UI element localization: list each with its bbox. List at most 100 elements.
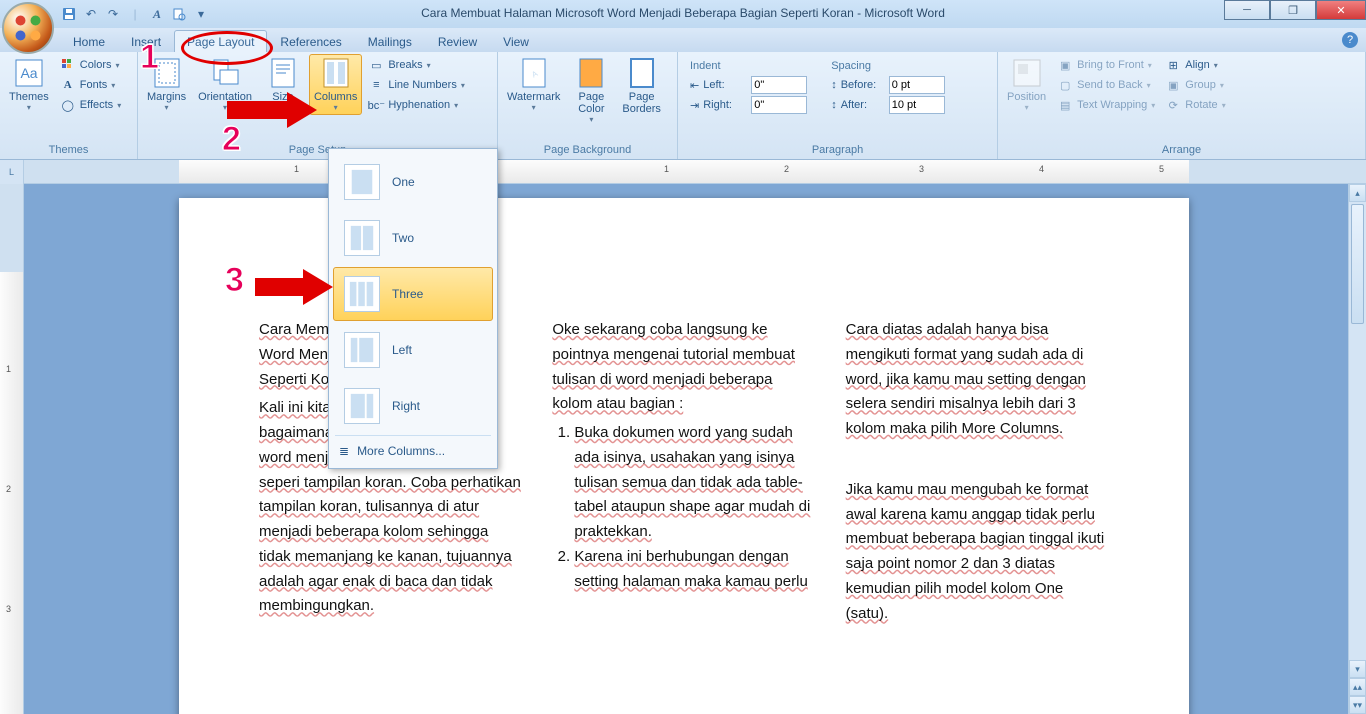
breaks-icon: ▭ — [368, 57, 384, 73]
send-back-icon: ▢ — [1057, 77, 1073, 93]
hyphenation-icon: bc⁻ — [368, 97, 384, 113]
align-icon: ⊞ — [1165, 57, 1181, 73]
columns-option-right[interactable]: Right — [333, 379, 493, 433]
maximize-button[interactable]: ❐ — [1270, 0, 1316, 20]
page-color-button[interactable]: Page Color▾ — [567, 54, 615, 127]
columns-option-two[interactable]: Two — [333, 211, 493, 265]
theme-colors-button[interactable]: Colors ▾ — [58, 56, 123, 74]
title-bar: ↶ ↷ | A ▾ Cara Membuat Halaman Microsoft… — [0, 0, 1366, 28]
scroll-thumb[interactable] — [1351, 204, 1364, 324]
tab-home[interactable]: Home — [60, 30, 118, 52]
theme-fonts-button[interactable]: AFonts ▾ — [58, 76, 123, 94]
help-icon[interactable]: ? — [1342, 32, 1358, 48]
line-numbers-button[interactable]: ≡Line Numbers ▾ — [366, 76, 467, 94]
group-paragraph: Indent ⇤Left: ⇥Right: Spacing ↕Before: ↕… — [678, 52, 998, 159]
indent-left-icon: ⇤ — [690, 79, 699, 92]
print-preview-icon[interactable] — [170, 5, 188, 23]
doc-col2-intro: Oke sekarang coba langsung ke pointnya m… — [552, 318, 815, 417]
columns-icon — [320, 57, 352, 89]
prev-page-button[interactable]: ▴▴ — [1349, 678, 1366, 696]
ribbon-tabs: Home Insert Page Layout References Maili… — [0, 28, 1366, 52]
rotate-button[interactable]: ⟳Rotate ▾ — [1163, 96, 1227, 114]
margins-button[interactable]: Margins▾ — [142, 54, 191, 115]
spacing-before-icon: ↕ — [831, 79, 837, 91]
spacing-heading: Spacing — [831, 60, 945, 72]
columns-dropdown: One Two Three Left Right ≣ More Columns.… — [328, 148, 498, 469]
doc-column-2: Oke sekarang coba langsung ke pointnya m… — [552, 318, 815, 630]
group-page-setup: Margins▾ Orientation▾ Size▾ Columns▾ ▭Br… — [138, 52, 498, 159]
hyphenation-button[interactable]: bc⁻Hyphenation ▾ — [366, 96, 467, 114]
fonts-icon: A — [60, 77, 76, 93]
doc-col2-li1: Buka dokumen word yang sudah ada isinya,… — [574, 421, 815, 545]
columns-option-more[interactable]: ≣ More Columns... — [331, 438, 495, 464]
columns-option-one[interactable]: One — [333, 155, 493, 209]
tab-insert[interactable]: Insert — [118, 30, 174, 52]
close-button[interactable]: ✕ — [1316, 0, 1366, 20]
indent-right-icon: ⇥ — [690, 99, 699, 112]
send-to-back-button[interactable]: ▢Send to Back ▾ — [1055, 76, 1157, 94]
columns-button[interactable]: Columns▾ — [309, 54, 362, 115]
text-wrapping-button[interactable]: ▤Text Wrapping ▾ — [1055, 96, 1157, 114]
group-objects-button[interactable]: ▣Group ▾ — [1163, 76, 1227, 94]
position-button[interactable]: Position▾ — [1002, 54, 1051, 115]
colors-icon — [60, 57, 76, 73]
next-page-button[interactable]: ▾▾ — [1349, 696, 1366, 714]
indent-left-input[interactable] — [751, 76, 807, 94]
more-columns-icon: ≣ — [339, 444, 349, 458]
indent-right-input[interactable] — [751, 96, 807, 114]
columns-option-left[interactable]: Left — [333, 323, 493, 377]
tab-review[interactable]: Review — [425, 30, 490, 52]
vertical-scrollbar[interactable]: ▴ ▾ ▴▴ ▾▾ — [1348, 184, 1366, 714]
spacing-before-input[interactable] — [889, 76, 945, 94]
group-themes: Aa Themes ▾ Colors ▾ AFonts ▾ ◯Effects ▾… — [0, 52, 138, 159]
size-button[interactable]: Size▾ — [259, 54, 307, 115]
save-icon[interactable] — [60, 5, 78, 23]
watermark-button[interactable]: AWatermark▾ — [502, 54, 565, 115]
dropdown-separator — [335, 435, 491, 436]
right-column-icon — [344, 388, 380, 424]
bring-to-front-button[interactable]: ▣Bring to Front ▾ — [1055, 56, 1157, 74]
horizontal-ruler[interactable]: 1 2 1 2 3 4 5 — [24, 160, 1366, 183]
tab-mailings[interactable]: Mailings — [355, 30, 425, 52]
scroll-up-button[interactable]: ▴ — [1349, 184, 1366, 202]
themes-icon: Aa — [13, 57, 45, 89]
undo-icon[interactable]: ↶ — [82, 5, 100, 23]
horizontal-ruler-wrap: L 1 2 1 2 3 4 5 — [0, 160, 1366, 184]
document-canvas[interactable]: Cara Membuat Halaman Microsoft Word Menj… — [24, 184, 1366, 714]
window-controls: ─ ❐ ✕ — [1224, 0, 1366, 20]
qat-style-icon[interactable]: A — [148, 5, 166, 23]
orientation-icon — [209, 57, 241, 89]
three-column-icon — [344, 276, 380, 312]
position-icon — [1011, 57, 1043, 89]
left-column-icon — [344, 332, 380, 368]
watermark-icon: A — [518, 57, 550, 89]
qat-customize-icon[interactable]: ▾ — [192, 5, 210, 23]
spacing-after-input[interactable] — [889, 96, 945, 114]
group-page-background: AWatermark▾ Page Color▾ Page Borders Pag… — [498, 52, 678, 159]
spacing-after-icon: ↕ — [831, 99, 837, 111]
spacing-before-field: ↕Before: — [831, 76, 945, 94]
orientation-button[interactable]: Orientation▾ — [193, 54, 257, 115]
themes-button[interactable]: Aa Themes ▾ — [4, 54, 54, 115]
page-color-icon — [575, 57, 607, 89]
columns-option-three[interactable]: Three — [333, 267, 493, 321]
tab-page-layout[interactable]: Page Layout — [174, 30, 267, 52]
scroll-down-button[interactable]: ▾ — [1349, 660, 1366, 678]
minimize-button[interactable]: ─ — [1224, 0, 1270, 20]
ruler-corner[interactable]: L — [0, 160, 24, 184]
align-button[interactable]: ⊞Align ▾ — [1163, 56, 1227, 74]
one-column-icon — [344, 164, 380, 200]
breaks-button[interactable]: ▭Breaks ▾ — [366, 56, 467, 74]
tab-references[interactable]: References — [267, 30, 354, 52]
page-borders-button[interactable]: Page Borders — [617, 54, 666, 118]
office-button[interactable] — [2, 2, 54, 54]
redo-icon[interactable]: ↷ — [104, 5, 122, 23]
vertical-ruler[interactable]: 1 2 3 — [0, 184, 24, 714]
theme-effects-button[interactable]: ◯Effects ▾ — [58, 96, 123, 114]
qat-sep: | — [126, 5, 144, 23]
group-page-background-label: Page Background — [502, 142, 673, 159]
effects-icon: ◯ — [60, 97, 76, 113]
group-icon: ▣ — [1165, 77, 1181, 93]
ribbon: Aa Themes ▾ Colors ▾ AFonts ▾ ◯Effects ▾… — [0, 52, 1366, 160]
tab-view[interactable]: View — [490, 30, 542, 52]
